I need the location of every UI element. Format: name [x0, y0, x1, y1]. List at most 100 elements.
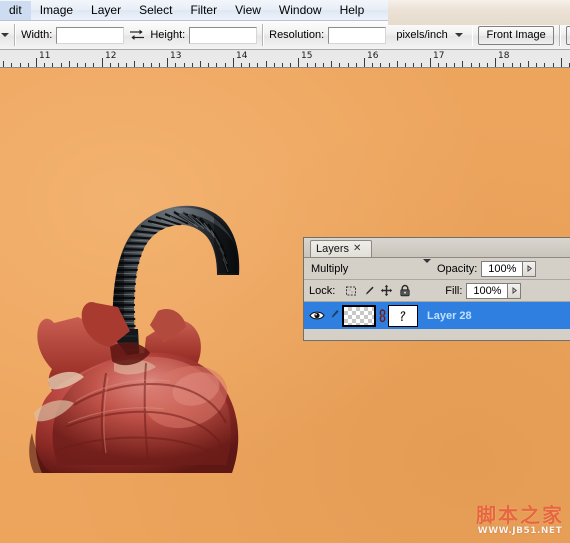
lock-image-pixels-icon[interactable] — [362, 284, 375, 297]
ruler-tick-minor — [110, 63, 111, 67]
blend-opacity-row: Multiply Opacity: 100% — [304, 258, 570, 280]
ruler-tick-minor — [339, 63, 340, 67]
ruler-tick-major — [102, 58, 103, 67]
ruler-tick-minor — [184, 63, 185, 67]
front-image-button[interactable]: Front Image — [478, 25, 554, 45]
ruler-tick-major — [495, 58, 496, 67]
watermark: 脚本之家 WWW.JB51.NET — [476, 504, 564, 537]
tool-preset-picker[interactable] — [1, 28, 10, 42]
horizontal-ruler[interactable]: 11 12 13 14 15 16 17 18 — [0, 50, 570, 68]
ruler-tick-minor — [3, 61, 4, 67]
ruler-tick-minor — [11, 63, 12, 67]
layers-panel[interactable]: Layers ✕ Multiply Opacity: 100% Lock: Fi… — [303, 237, 570, 341]
ruler-tick-major — [430, 58, 431, 67]
resolution-units-select[interactable]: pixels/inch — [392, 26, 466, 45]
height-input[interactable] — [189, 26, 258, 44]
lock-all-icon[interactable] — [398, 284, 411, 297]
ruler-tick-minor — [225, 63, 226, 67]
layer-mask-thumbnail[interactable] — [388, 304, 418, 327]
ruler-tick-major — [233, 58, 234, 67]
ruler-tick-minor — [479, 63, 480, 67]
resolution-units-value: pixels/inch — [396, 29, 448, 41]
ruler-tick-minor — [413, 63, 414, 67]
panel-tab-strip: Layers ✕ — [304, 238, 570, 258]
menu-item-edit[interactable]: dit — [0, 0, 31, 20]
ruler-tick-minor — [143, 63, 144, 67]
ruler-tick-minor — [462, 61, 463, 67]
lock-position-icon[interactable] — [380, 284, 393, 297]
ruler-label: 11 — [39, 51, 51, 61]
blend-mode-value: Multiply — [311, 262, 349, 275]
ruler-tick-minor — [85, 63, 86, 67]
chevron-down-icon — [452, 27, 467, 44]
tab-layers[interactable]: Layers ✕ — [310, 240, 372, 257]
lock-transparent-pixels-icon[interactable] — [344, 284, 357, 297]
menu-item-image[interactable]: Image — [31, 1, 82, 20]
ruler-tick-minor — [200, 61, 201, 67]
anatomical-heart-with-hose-image — [29, 205, 240, 473]
link-brush-icon[interactable] — [328, 309, 342, 322]
layer-name-label: Layer 28 — [427, 309, 472, 322]
menu-item-window[interactable]: Window — [270, 1, 331, 20]
menu-item-help[interactable]: Help — [331, 1, 374, 20]
ruler-tick-minor — [536, 63, 537, 67]
menu-item-layer[interactable]: Layer — [82, 1, 130, 20]
ruler-label: 13 — [170, 51, 182, 61]
options-bar: Width: Height: Resolution: pixels/inch F… — [0, 21, 570, 50]
ruler-tick-minor — [69, 61, 70, 67]
ruler-tick-minor — [266, 61, 267, 67]
ruler-tick-minor — [331, 61, 332, 67]
ruler-tick-minor — [216, 63, 217, 67]
layer-thumbnail[interactable] — [342, 304, 376, 327]
width-input[interactable] — [56, 26, 125, 44]
lock-buttons-group — [344, 284, 411, 297]
menu-item-label: Help — [339, 2, 365, 17]
opacity-input[interactable]: 100% — [481, 260, 524, 277]
options-separator — [14, 24, 17, 46]
ruler-tick-minor — [553, 63, 554, 67]
fill-value: 100% — [473, 284, 502, 297]
opacity-slider-button[interactable] — [523, 260, 537, 277]
fill-slider-button[interactable] — [508, 282, 522, 299]
ruler-tick-minor — [159, 63, 160, 67]
chevron-right-icon — [527, 265, 532, 272]
clear-button[interactable]: Cl — [565, 25, 570, 45]
options-separator — [558, 24, 561, 46]
blend-mode-select[interactable]: Multiply — [309, 258, 431, 277]
ruler-tick-minor — [118, 63, 119, 67]
ruler-tick-minor — [356, 63, 357, 67]
table-row[interactable]: Layer 28 — [304, 302, 570, 329]
menu-item-label: dit — [9, 2, 22, 17]
ruler-tick-minor — [520, 63, 521, 67]
ruler-tick-minor — [372, 63, 373, 67]
ruler-tick-minor — [348, 63, 349, 67]
lock-label: Lock: — [309, 284, 336, 297]
menu-item-select[interactable]: Select — [130, 1, 181, 20]
ruler-tick-minor — [175, 63, 176, 67]
eye-icon[interactable] — [306, 310, 328, 321]
ruler-tick-minor — [438, 63, 439, 67]
ruler-tick-minor — [134, 61, 135, 67]
ruler-tick-minor — [544, 63, 545, 67]
chain-link-icon[interactable] — [376, 308, 388, 323]
fill-label: Fill: — [445, 284, 463, 297]
fill-input[interactable]: 100% — [466, 282, 509, 299]
menu-item-filter[interactable]: Filter — [181, 1, 226, 20]
ruler-tick-minor — [503, 63, 504, 67]
menu-item-view[interactable]: View — [226, 1, 270, 20]
swap-width-height-icon[interactable] — [128, 27, 146, 43]
options-separator — [471, 24, 474, 46]
chevron-down-icon — [1, 33, 10, 37]
chevron-right-icon — [512, 287, 517, 294]
heart-artwork — [18, 133, 278, 473]
ruler-tick-minor — [421, 63, 422, 67]
ruler-tick-minor — [61, 63, 62, 67]
resolution-input[interactable] — [328, 26, 387, 44]
mask-shape — [400, 310, 406, 321]
ruler-tick-minor — [282, 63, 283, 67]
ruler-tick-minor — [208, 63, 209, 67]
close-icon[interactable]: ✕ — [353, 244, 361, 254]
ruler-tick-minor — [315, 63, 316, 67]
options-separator — [262, 24, 265, 46]
ruler-tick-minor — [126, 63, 127, 67]
